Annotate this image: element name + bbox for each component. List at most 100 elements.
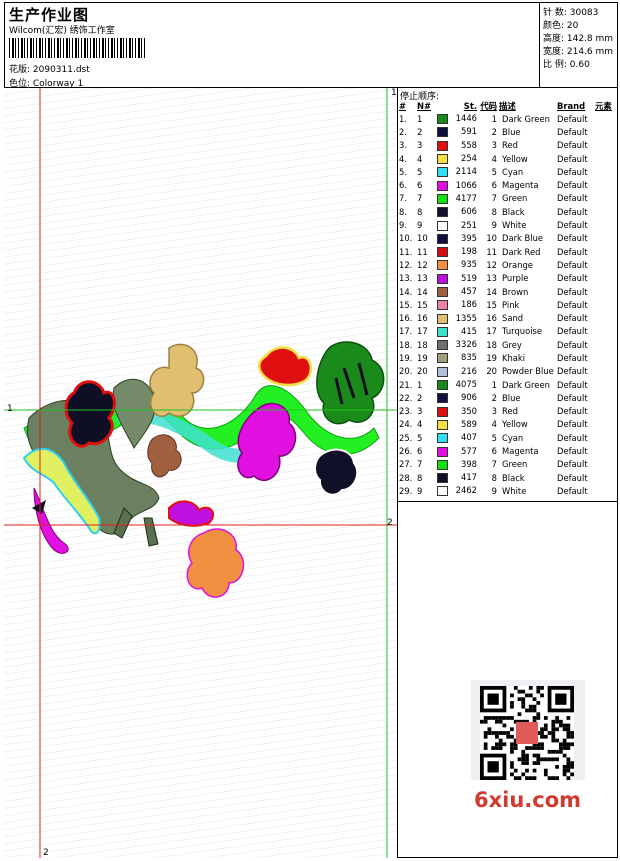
row-element <box>594 232 617 245</box>
row-index: 14. <box>399 286 413 297</box>
color-swatch <box>437 247 448 258</box>
table-row: 17. 17 415 17 Turquoise Default <box>398 325 617 338</box>
table-row: 15. 15 186 15 Pink Default <box>398 298 617 311</box>
row-element <box>594 218 617 231</box>
color-swatch <box>437 207 448 218</box>
row-description: Blue <box>502 392 521 403</box>
row-brand: Default <box>557 392 588 403</box>
table-row: 12. 12 935 12 Orange Default <box>398 258 617 271</box>
site-watermark: 6xiu.com <box>474 788 582 812</box>
row-brand: Default <box>557 193 588 204</box>
row-index: 7. <box>399 193 407 204</box>
color-swatch <box>437 300 448 311</box>
row-stitch-count: 216 <box>461 365 477 376</box>
row-needle: 4 <box>417 153 423 164</box>
row-index: 5. <box>399 166 407 177</box>
row-code: 18 <box>486 339 497 350</box>
row-index: 22. <box>399 392 413 403</box>
row-stitches: 254 <box>436 152 478 165</box>
table-row: 13. 13 519 13 Purple Default <box>398 272 617 285</box>
row-brand: Default <box>557 379 588 390</box>
table-row: 27. 7 398 7 Green Default <box>398 458 617 471</box>
row-code: 1 <box>491 113 497 124</box>
header-panel: 生产作业图 Wilcom(汇宏) 绣饰工作室 花版: 2090311.dst 色… <box>4 2 540 89</box>
table-row: 11. 11 198 11 Dark Red Default <box>398 245 617 258</box>
row-index: 28. <box>399 472 413 483</box>
row-brand: Default <box>557 485 588 496</box>
color-swatch <box>437 473 448 484</box>
row-stitches: 935 <box>436 258 478 271</box>
row-code: 15 <box>486 299 497 310</box>
table-row: 1. 1 1446 1 Dark Green Default <box>398 112 617 125</box>
row-stitch-count: 395 <box>461 232 477 243</box>
row-index: 13. <box>399 273 413 284</box>
row-brand: Default <box>557 180 588 191</box>
table-row: 21. 1 4075 1 Dark Green Default <box>398 378 617 391</box>
color-swatch <box>437 127 448 138</box>
row-stitch-count: 2114 <box>455 166 477 177</box>
table-row: 8. 8 606 8 Black Default <box>398 205 617 218</box>
col-header-needle: N# <box>417 100 432 111</box>
row-stitch-count: 415 <box>461 325 477 336</box>
row-brand: Default <box>557 339 588 350</box>
row-code: 8 <box>491 472 497 483</box>
row-brand: Default <box>557 206 588 217</box>
row-stitches: 1446 <box>436 112 478 125</box>
barcode <box>9 38 146 58</box>
table-row: 2. 2 591 2 Blue Default <box>398 125 617 138</box>
row-brand: Default <box>557 432 588 443</box>
row-needle: 5 <box>417 432 423 443</box>
design-canvas[interactable]: 1 2 1 2 <box>4 88 398 858</box>
row-code: 8 <box>491 206 497 217</box>
row-index: 23. <box>399 406 413 417</box>
row-index: 8. <box>399 206 407 217</box>
seal-stamp-icon <box>516 722 538 744</box>
row-description: Yellow <box>502 419 528 430</box>
row-description: Dark Blue <box>502 233 544 244</box>
row-element <box>594 405 617 418</box>
table-row: 14. 14 457 14 Brown Default <box>398 285 617 298</box>
row-index: 26. <box>399 446 413 457</box>
row-index: 24. <box>399 419 413 430</box>
row-element <box>594 298 617 311</box>
color-swatch <box>437 233 448 244</box>
row-needle: 2 <box>417 392 423 403</box>
row-element <box>594 125 617 138</box>
row-stitches: 457 <box>436 285 478 298</box>
row-code: 7 <box>491 193 497 204</box>
row-stitch-count: 186 <box>461 299 477 310</box>
col-header-element: 元素 <box>595 100 612 111</box>
design-scale: 比 例: 0.60 <box>543 60 590 70</box>
row-needle: 14 <box>417 286 428 297</box>
row-index: 4. <box>399 153 407 164</box>
row-stitches: 2114 <box>436 165 478 178</box>
col-header-code: 代码 <box>480 100 497 111</box>
row-description: Green <box>502 459 528 470</box>
color-swatch <box>437 380 448 391</box>
color-swatch <box>437 419 448 430</box>
row-stitch-count: 519 <box>461 272 477 283</box>
row-needle: 8 <box>417 472 423 483</box>
design-file: 花版: 2090311.dst <box>9 65 90 75</box>
color-swatch <box>437 406 448 417</box>
qr-code <box>480 686 574 780</box>
row-stitch-count: 835 <box>461 352 477 363</box>
row-brand: Default <box>557 246 588 257</box>
color-swatch <box>437 273 448 284</box>
color-count: 颜色: 20 <box>543 21 579 31</box>
row-code: 13 <box>486 273 497 284</box>
color-swatch <box>437 140 448 151</box>
row-stitch-count: 558 <box>461 139 477 150</box>
row-stitch-count: 4075 <box>455 379 477 390</box>
row-stitch-count: 935 <box>461 259 477 270</box>
row-brand: Default <box>557 419 588 430</box>
row-needle: 6 <box>417 180 423 191</box>
row-brand: Default <box>557 233 588 244</box>
row-brand: Default <box>557 472 588 483</box>
row-stitches: 4177 <box>436 192 478 205</box>
row-stitches: 350 <box>436 405 478 418</box>
table-row: 22. 2 906 2 Blue Default <box>398 391 617 404</box>
row-element <box>594 471 617 484</box>
row-needle: 13 <box>417 273 428 284</box>
row-needle: 16 <box>417 313 428 324</box>
